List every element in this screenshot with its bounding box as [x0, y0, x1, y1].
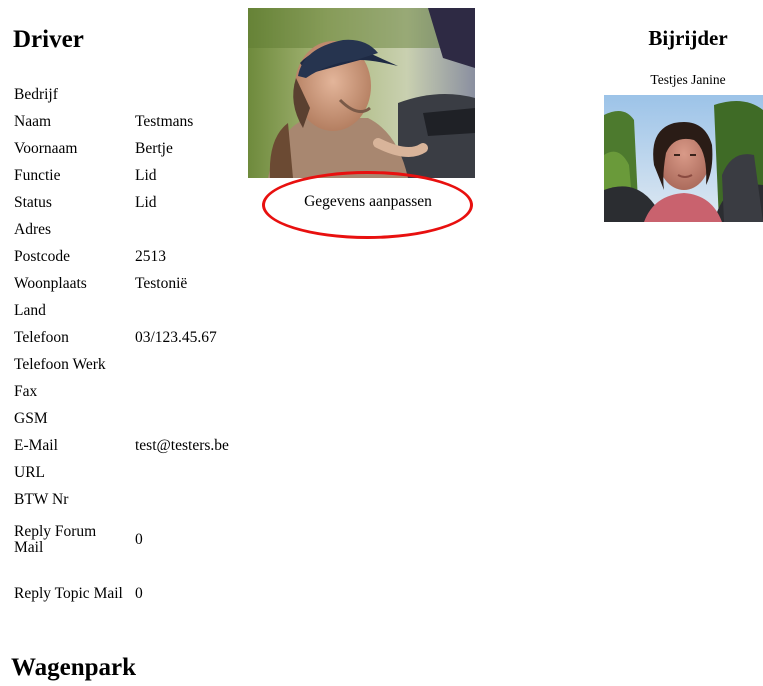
- detail-row-gsm: GSM: [12, 405, 229, 432]
- detail-row-naam: Naam Testmans: [12, 108, 229, 135]
- field-value: 03/123.45.67: [135, 328, 217, 346]
- detail-row-woonplaats: Woonplaats Testonië: [12, 270, 229, 297]
- field-label: Functie: [14, 166, 61, 184]
- field-value: 0: [135, 585, 143, 602]
- codriver-heading: Bijrijder: [648, 26, 728, 50]
- field-label: Bedrijf: [14, 85, 58, 103]
- driver-heading: Driver: [13, 26, 84, 53]
- field-label: Voornaam: [14, 139, 78, 157]
- detail-row-reply-topic-mail: Reply Topic Mail 0: [12, 567, 229, 621]
- field-label: Reply Topic Mail: [14, 585, 123, 602]
- field-value: [133, 297, 229, 324]
- field-label: Postcode: [14, 247, 70, 265]
- detail-row-voornaam: Voornaam Bertje: [12, 135, 229, 162]
- field-value: Testmans: [135, 112, 194, 130]
- field-value: [133, 351, 229, 378]
- driver-details-table: Bedrijf Naam Testmans Voornaam Bertje Fu…: [12, 81, 229, 621]
- detail-row-postcode: Postcode 2513: [12, 243, 229, 270]
- field-value: test@testers.be: [135, 436, 229, 454]
- fleet-heading: Wagenpark: [11, 654, 137, 681]
- field-label: Naam: [14, 112, 52, 130]
- field-label: Woonplaats: [14, 274, 87, 292]
- field-label: Reply Forum Mail: [14, 523, 97, 556]
- field-value: Testonië: [135, 274, 188, 292]
- field-value: [133, 81, 229, 108]
- field-label: BTW Nr: [14, 490, 69, 508]
- field-value: Lid: [135, 166, 157, 184]
- detail-row-btw-nr: BTW Nr: [12, 486, 229, 513]
- codriver-photo: [604, 95, 763, 222]
- detail-row-email: E-Mail test@testers.be: [12, 432, 229, 459]
- detail-row-bedrijf: Bedrijf: [12, 81, 229, 108]
- field-label: Telefoon Werk: [14, 355, 106, 373]
- codriver-name: Testjes Janine: [650, 72, 726, 87]
- field-label: Fax: [14, 382, 38, 400]
- field-value: [133, 405, 229, 432]
- field-label: Land: [14, 301, 46, 319]
- field-value: [133, 378, 229, 405]
- detail-row-functie: Functie Lid: [12, 162, 229, 189]
- detail-row-url: URL: [12, 459, 229, 486]
- driver-photo-image: [248, 8, 475, 178]
- field-label: URL: [14, 463, 45, 481]
- field-value: Bertje: [135, 139, 173, 157]
- field-value: 2513: [135, 247, 166, 265]
- detail-row-land: Land: [12, 297, 229, 324]
- detail-row-telefoon: Telefoon 03/123.45.67: [12, 324, 229, 351]
- field-value: Lid: [135, 193, 157, 211]
- field-label: E-Mail: [14, 436, 58, 454]
- field-value: 0: [135, 531, 143, 548]
- field-value: [133, 216, 229, 243]
- field-label: Telefoon: [14, 328, 69, 346]
- detail-row-fax: Fax: [12, 378, 229, 405]
- edit-profile-link[interactable]: Gegevens aanpassen: [263, 187, 473, 217]
- field-value: [133, 486, 229, 513]
- detail-row-status: Status Lid: [12, 189, 229, 216]
- field-label: GSM: [14, 409, 48, 427]
- driver-photo: [248, 8, 475, 178]
- field-label: Adres: [14, 220, 52, 238]
- detail-row-reply-forum-mail: Reply Forum Mail 0: [12, 513, 229, 567]
- detail-row-adres: Adres: [12, 216, 229, 243]
- field-value: [133, 459, 229, 486]
- field-label: Status: [14, 193, 52, 211]
- detail-row-telefoon-werk: Telefoon Werk: [12, 351, 229, 378]
- codriver-photo-image: [604, 95, 763, 222]
